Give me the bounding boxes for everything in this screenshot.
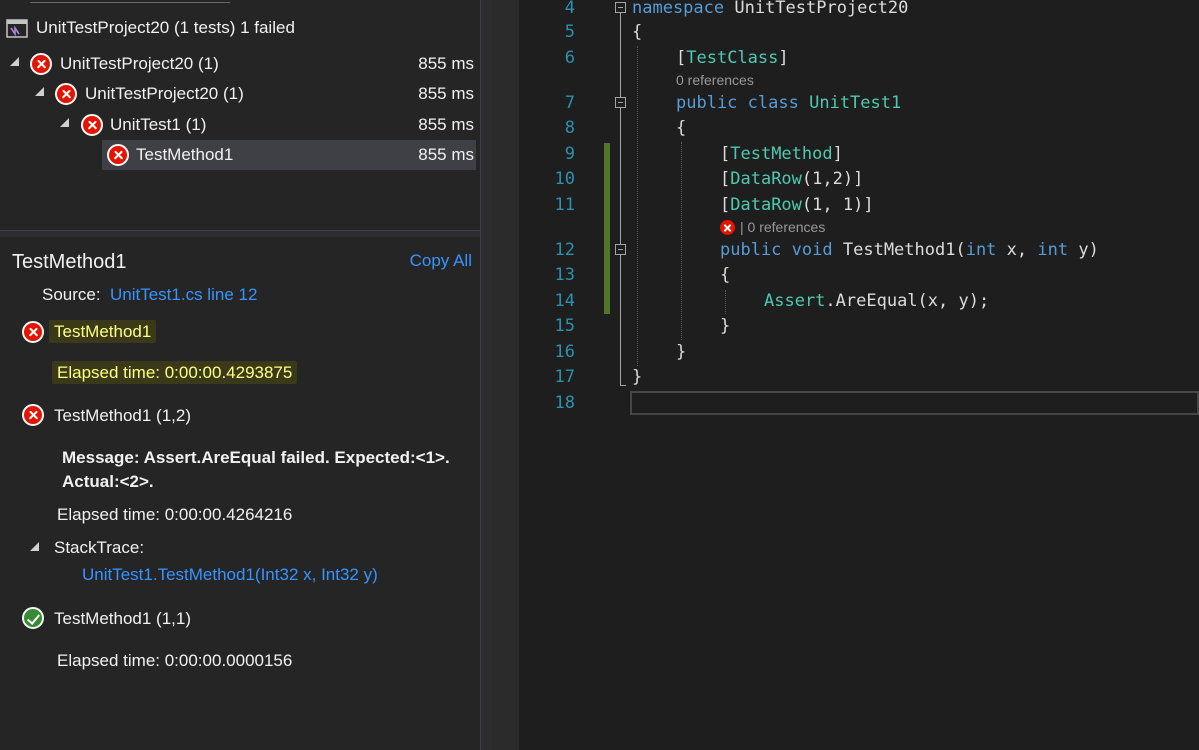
expand-arrow-icon[interactable] (10, 57, 19, 66)
main-result-name: TestMethod1 (49, 320, 157, 343)
tree-node-duration: 855 ms (418, 145, 474, 164)
source-label: Source: (42, 285, 101, 304)
case2-name: TestMethod1 (1,1) (54, 609, 192, 628)
code-line-5: { (632, 22, 643, 42)
tree-node-label: UnitTest1 (1) (110, 115, 207, 134)
editor-margin (492, 0, 519, 750)
tree-node-namespace[interactable]: UnitTestProject20 (1) 855 ms (0, 80, 480, 108)
code-line-15: } (720, 316, 731, 336)
tree-node-duration: 855 ms (418, 54, 474, 73)
test-project-icon (6, 19, 28, 38)
case1-name: TestMethod1 (1,2) (54, 406, 192, 425)
test-run-summary-label: UnitTestProject20 (1 tests) 1 failed (36, 18, 295, 37)
codelens-references[interactable]: 0 references (676, 72, 754, 88)
stacktrace-link[interactable]: UnitTest1.TestMethod1(Int32 x, Int32 y) (82, 565, 378, 585)
tree-node-label: UnitTestProject20 (1) (85, 84, 244, 103)
vertical-splitter[interactable] (480, 0, 492, 750)
test-run-summary[interactable]: UnitTestProject20 (1 tests) 1 failed (0, 14, 480, 42)
fold-line (620, 108, 621, 244)
fold-line (620, 255, 621, 385)
collapse-icon[interactable] (615, 2, 626, 13)
main-result-elapsed: Elapsed time: 0:00:00.4293875 (52, 361, 298, 384)
line-number: 10 (554, 169, 575, 189)
code-line-7: public class UnitTest1 (676, 93, 902, 113)
case2-elapsed: Elapsed time: 0:00:00.0000156 (57, 651, 293, 670)
code-line-14: Assert.AreEqual(x, y); (764, 291, 990, 311)
detail-title: TestMethod1 (12, 251, 127, 273)
code-line-9: [TestMethod] (720, 144, 843, 164)
collapse-icon[interactable] (615, 97, 626, 108)
case1-elapsed: Elapsed time: 0:00:00.4264216 (57, 505, 293, 524)
code-line-16: } (676, 342, 687, 362)
line-number: 13 (554, 265, 575, 285)
code-line-6: [TestClass] (676, 48, 789, 68)
tree-node-project[interactable]: UnitTestProject20 (1) 855 ms (0, 50, 480, 78)
code-line-17: } (632, 367, 643, 387)
line-number: 15 (554, 316, 575, 336)
source-link[interactable]: UnitTest1.cs line 12 (110, 285, 257, 305)
failed-icon (22, 321, 44, 343)
test-failed-icon[interactable] (720, 220, 735, 235)
indent-guide (637, 46, 638, 366)
change-indicator (604, 143, 610, 314)
fold-line (620, 13, 621, 97)
fold-line-end (620, 385, 626, 386)
tree-node-class[interactable]: UnitTest1 (1) 855 ms (0, 111, 480, 139)
failed-icon (22, 404, 44, 426)
expand-arrow-icon[interactable] (60, 118, 69, 127)
case1-message-line2: Actual:<2>. (62, 472, 154, 491)
expand-arrow-icon[interactable] (30, 542, 39, 551)
current-line-highlight (630, 391, 1199, 415)
tree-node-label: TestMethod1 (136, 145, 234, 164)
line-number: 14 (554, 291, 575, 311)
failed-icon (30, 53, 52, 75)
tree-node-test-method[interactable]: TestMethod1 855 ms (0, 141, 480, 169)
line-number: 7 (564, 93, 575, 113)
indent-guide (725, 290, 726, 314)
line-number: 18 (554, 393, 575, 413)
tree-node-duration: 855 ms (418, 84, 474, 103)
line-number: 8 (564, 118, 575, 138)
tree-node-duration: 855 ms (418, 115, 474, 134)
line-number: 16 (554, 342, 575, 362)
failed-icon (107, 144, 129, 166)
code-line-8: { (676, 118, 687, 138)
panel-splitter[interactable] (0, 230, 480, 237)
code-editor[interactable]: 4 5 6 7 8 9 10 11 12 13 14 15 16 17 18 n… (519, 0, 1199, 750)
failed-icon (81, 114, 103, 136)
copy-all-link[interactable]: Copy All (410, 251, 472, 271)
code-line-13: { (720, 265, 731, 285)
collapse-icon[interactable] (615, 244, 626, 255)
line-number: 9 (564, 144, 575, 164)
line-number: 5 (564, 22, 575, 42)
line-number: 17 (554, 367, 575, 387)
code-line-12: public void TestMethod1(int x, int y) (720, 240, 1099, 260)
codelens-references[interactable]: | 0 references (740, 219, 825, 235)
indent-guide (681, 142, 682, 340)
case1-message-line1: Message: Assert.AreEqual failed. Expecte… (62, 448, 450, 467)
expand-arrow-icon[interactable] (35, 87, 44, 96)
failed-icon (55, 83, 77, 105)
line-number: 6 (564, 48, 575, 68)
tree-node-label: UnitTestProject20 (1) (60, 54, 219, 73)
line-number: 4 (564, 0, 575, 18)
stacktrace-label: StackTrace: (54, 538, 145, 557)
line-number: 12 (554, 240, 575, 260)
code-line-10: [DataRow(1,2)] (720, 169, 864, 189)
code-line-4: namespace UnitTestProject20 (632, 0, 909, 18)
passed-icon (22, 607, 44, 629)
tree-top-scroll-remnant (0, 0, 480, 6)
test-explorer-panel: UnitTestProject20 (1 tests) 1 failed Uni… (0, 0, 480, 750)
code-line-11: [DataRow(1, 1)] (720, 195, 874, 215)
line-number: 11 (554, 195, 575, 215)
